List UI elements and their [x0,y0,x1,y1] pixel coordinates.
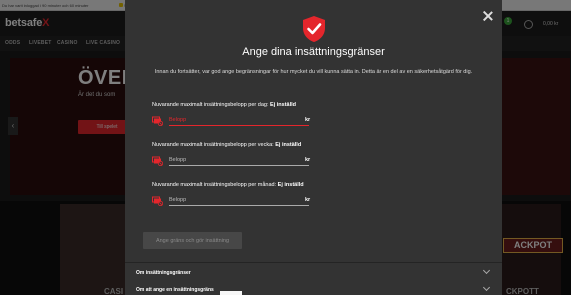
daily-limit-unit: kr [305,117,311,123]
money-limit-icon [152,116,163,126]
weekly-limit-status: Ej inställd [275,142,302,148]
weekly-limit-label-text: Nuvarande maximalt insättningsbelopp per… [152,142,274,148]
set-limit-deposit-button[interactable]: Ange gräns och gör insättning [143,232,242,249]
shield-check-icon [303,16,325,42]
modal-title: Ange dina insättningsgränser [242,46,385,58]
chevron-down-icon[interactable] [482,283,491,292]
weekly-limit-unit: kr [305,157,311,163]
money-limit-icon [152,196,163,206]
tooltip [220,291,242,295]
weekly-limit-label: Nuvarande maximalt insättningsbelopp per… [152,142,301,148]
monthly-limit-status: Ej inställd [277,182,304,188]
monthly-limit-unit: kr [305,197,311,203]
daily-limit-field: Nuvarande maximalt insättningsbelopp per… [152,102,462,136]
chevron-down-icon[interactable] [482,266,491,275]
about-deposit-limits-link[interactable]: Om insättningsgränser [136,270,191,276]
weekly-limit-input[interactable] [169,155,309,166]
modal-intro: Innan du fortsätter, var god ange begrän… [154,69,473,75]
daily-limit-status: Ej inställd [270,102,297,108]
weekly-limit-field: Nuvarande maximalt insättningsbelopp per… [152,142,462,176]
monthly-limit-label-text: Nuvarande maximalt insättningsbelopp per… [152,182,277,188]
close-icon[interactable] [482,10,494,22]
daily-limit-input[interactable] [169,115,309,126]
monthly-limit-field: Nuvarande maximalt insättningsbelopp per… [152,182,462,216]
about-setting-limit-link[interactable]: Om att ange en insättningsgräns [136,287,214,293]
money-limit-icon [152,156,163,166]
monthly-limit-input[interactable] [169,195,309,206]
daily-limit-label: Nuvarande maximalt insättningsbelopp per… [152,102,296,108]
deposit-limit-modal: Ange dina insättningsgränser Innan du fo… [125,0,502,295]
divider [125,262,502,263]
daily-limit-label-text: Nuvarande maximalt insättningsbelopp per… [152,102,269,108]
monthly-limit-label: Nuvarande maximalt insättningsbelopp per… [152,182,304,188]
